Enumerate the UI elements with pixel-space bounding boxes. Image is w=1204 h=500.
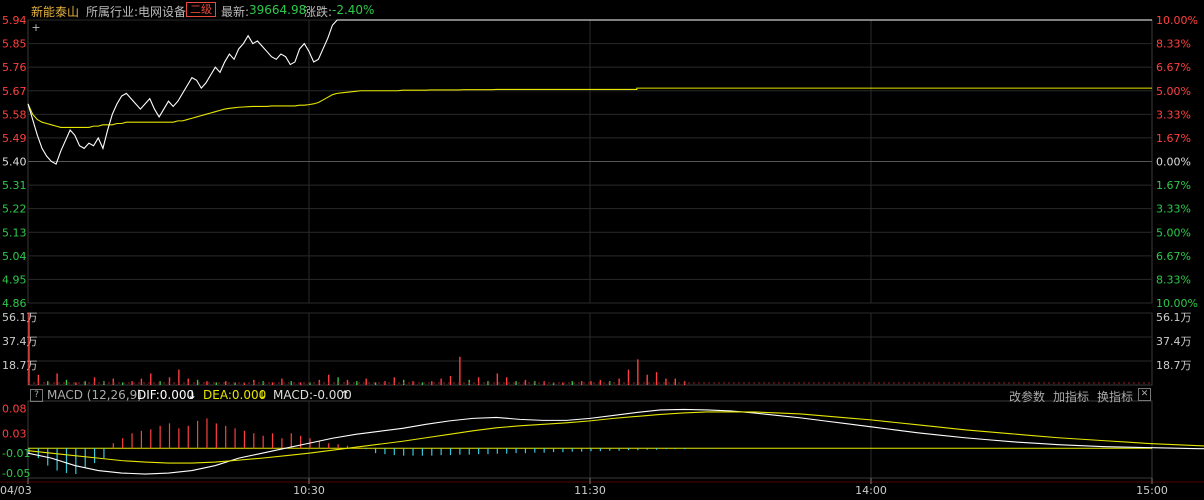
pct-tick-8: 3.33%: [1156, 203, 1191, 216]
pct-tick-0: 10.00%: [1156, 14, 1198, 27]
price-tick-2: 5.76: [2, 61, 27, 74]
pct-tick-11: 8.33%: [1156, 273, 1191, 286]
vol-tick-right-0: 56.1万: [1156, 311, 1192, 324]
macd-tick-3: -0.05: [2, 467, 30, 480]
latest-label: 最新:: [221, 5, 250, 19]
x-tick-4: 15:00: [1136, 484, 1168, 497]
dea-line: [27, 411, 1204, 464]
price-tick-11: 4.95: [2, 273, 27, 286]
macd-title: MACD (12,26,9): [47, 388, 142, 402]
change-value: -2.40%: [332, 3, 375, 17]
macd-dea-arrow-icon: ↓: [257, 388, 268, 402]
price-tick-1: 5.85: [2, 38, 27, 51]
pct-tick-12: 10.00%: [1156, 297, 1198, 310]
x-tick-3: 14:00: [855, 484, 887, 497]
close-icon[interactable]: ✕: [1138, 388, 1151, 401]
pct-tick-5: 1.67%: [1156, 132, 1191, 145]
price-tick-9: 5.13: [2, 226, 27, 239]
level-badge: 二级: [186, 2, 216, 17]
macd-dif-arrow-icon: ↓: [187, 388, 198, 402]
macd-tick-1: 0.03: [2, 427, 27, 440]
price-tick-6: 5.40: [2, 156, 27, 169]
price-tick-8: 5.22: [2, 203, 27, 216]
edit-params-button[interactable]: 改参数: [1009, 388, 1045, 405]
vol-tick-right-1: 37.4万: [1156, 335, 1192, 348]
macd-arrow-icon: ↑: [340, 388, 351, 402]
x-tick-1: 10:30: [293, 484, 325, 497]
macd-tick-0: 0.08: [2, 402, 27, 415]
price-tick-3: 5.67: [2, 85, 27, 98]
pct-tick-10: 6.67%: [1156, 250, 1191, 263]
vol-tick-right-2: 18.7万: [1156, 359, 1192, 372]
price-tick-10: 5.04: [2, 250, 27, 263]
pct-tick-7: 1.67%: [1156, 179, 1191, 192]
add-indicator-button[interactable]: 加指标: [1053, 388, 1089, 405]
latest-value: 39664.98: [249, 3, 307, 17]
change-label: 涨跌:: [304, 5, 333, 19]
macd-tick-2: -0.01: [2, 447, 30, 460]
intraday-chart[interactable]: 5.94 10.00% 5.85 8.33% 5.76 6.67% 5.67 5.00% 5.5…: [0, 0, 1204, 500]
industry-name[interactable]: 电网设备: [138, 3, 186, 20]
vol-tick-left-1: 37.4万: [2, 335, 38, 348]
price-tick-0: 5.94: [2, 14, 27, 27]
switch-indicator-button[interactable]: 换指标: [1097, 388, 1133, 405]
pct-tick-1: 8.33%: [1156, 38, 1191, 51]
macd-dif: DIF:0.000: [137, 388, 195, 402]
pct-tick-3: 5.00%: [1156, 85, 1191, 98]
price-tick-12: 4.86: [2, 297, 27, 310]
price-tick-5: 5.49: [2, 132, 27, 145]
pct-tick-4: 3.33%: [1156, 108, 1191, 121]
vol-tick-left-2: 18.7万: [2, 359, 38, 372]
pct-tick-9: 5.00%: [1156, 226, 1191, 239]
pct-tick-2: 6.67%: [1156, 61, 1191, 74]
price-tick-4: 5.58: [2, 108, 27, 121]
dif-line: [27, 408, 1204, 475]
industry-label: 所属行业:: [86, 5, 139, 19]
vol-tick-left-0: 56.1万: [2, 311, 38, 324]
price-tick-7: 5.31: [2, 179, 27, 192]
x-tick-2: 11:30: [574, 484, 606, 497]
pct-tick-6: 0.00%: [1156, 156, 1191, 169]
x-tick-0: 04/03: [0, 484, 32, 497]
crosshair-icon: +: [31, 21, 40, 34]
macd-help-icon[interactable]: ?: [30, 389, 43, 402]
stock-name[interactable]: 新能泰山: [31, 3, 79, 20]
